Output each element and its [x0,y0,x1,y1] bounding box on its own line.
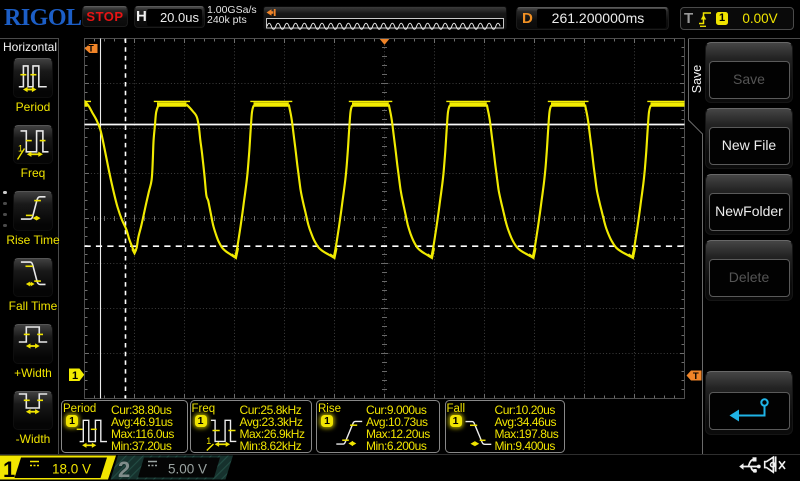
svg-text:5.00 V: 5.00 V [168,462,207,477]
svg-text:2: 2 [118,457,130,480]
svg-text:18.0 V: 18.0 V [52,462,91,477]
svg-text:T: T [693,371,699,382]
svg-text:1: 1 [206,436,211,446]
svg-text:1: 1 [72,370,78,382]
svg-text:T: T [88,44,94,54]
svg-text:1: 1 [3,457,15,480]
